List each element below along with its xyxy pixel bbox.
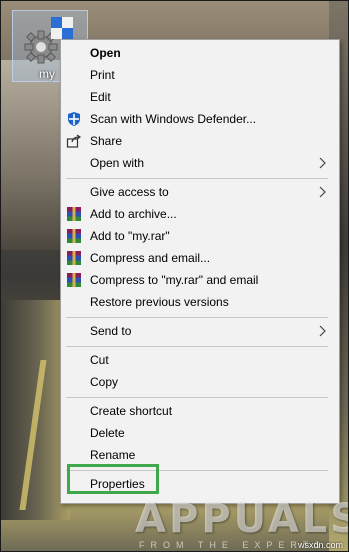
menu-item-share[interactable]: Share <box>61 130 339 152</box>
menu-item-label: Edit <box>90 90 111 104</box>
menu-item-rename[interactable]: Rename <box>61 444 339 466</box>
menu-separator <box>66 317 328 318</box>
winrar-icon <box>67 229 81 243</box>
menu-item-label: Compress to "my.rar" and email <box>90 273 259 287</box>
menu-item-copy[interactable]: Copy <box>61 371 339 393</box>
menu-item-label: Add to "my.rar" <box>90 229 170 243</box>
chevron-right-icon <box>319 186 326 198</box>
menu-item-compress-email[interactable]: Compress and email... <box>61 247 339 269</box>
menu-item-label: Print <box>90 68 115 82</box>
menu-item-label: Share <box>90 134 123 148</box>
menu-item-label: Send to <box>90 324 132 338</box>
menu-item-label: Delete <box>90 426 125 440</box>
shield-badge-icon <box>51 17 73 39</box>
menu-item-label: Open with <box>90 156 145 170</box>
winrar-icon <box>67 273 81 287</box>
chevron-right-icon <box>319 157 326 169</box>
menu-item-create-shortcut[interactable]: Create shortcut <box>61 400 339 422</box>
menu-item-label: Add to archive... <box>90 207 177 221</box>
winrar-icon <box>67 251 81 265</box>
menu-item-open-with[interactable]: Open with <box>61 152 339 174</box>
menu-item-label: Scan with Windows Defender... <box>90 112 257 126</box>
menu-item-label: Give access to <box>90 185 169 199</box>
menu-separator <box>66 178 328 179</box>
menu-item-label: Create shortcut <box>90 404 173 418</box>
share-icon <box>66 134 82 148</box>
menu-item-open[interactable]: Open <box>61 42 339 64</box>
menu-item-delete[interactable]: Delete <box>61 422 339 444</box>
chevron-right-icon <box>319 325 326 337</box>
desktop-file-name: my <box>39 67 55 81</box>
menu-item-print[interactable]: Print <box>61 64 339 86</box>
site-tag: wsxdn.com <box>298 540 344 550</box>
menu-item-give-access[interactable]: Give access to <box>61 181 339 203</box>
menu-item-cut[interactable]: Cut <box>61 349 339 371</box>
properties-highlight-box <box>67 464 159 494</box>
menu-separator <box>66 346 328 347</box>
winrar-icon <box>67 207 81 221</box>
menu-item-label: Copy <box>90 375 119 389</box>
menu-item-label: Cut <box>90 353 109 367</box>
menu-item-send-to[interactable]: Send to <box>61 320 339 342</box>
menu-item-label: Compress and email... <box>90 251 211 265</box>
menu-item-compress-my-rar-email[interactable]: Compress to "my.rar" and email <box>61 269 339 291</box>
context-menu: Open Print Edit Scan with Windows Defend… <box>60 39 340 504</box>
watermark-logo-text: APPUALS <box>135 496 349 542</box>
menu-item-add-to-my-rar[interactable]: Add to "my.rar" <box>61 225 339 247</box>
menu-item-label: Rename <box>90 448 136 462</box>
menu-item-label: Open <box>90 46 121 60</box>
menu-item-add-to-archive[interactable]: Add to archive... <box>61 203 339 225</box>
defender-shield-icon <box>68 112 80 126</box>
menu-item-edit[interactable]: Edit <box>61 86 339 108</box>
menu-item-label: Restore previous versions <box>90 295 229 309</box>
menu-item-restore-previous[interactable]: Restore previous versions <box>61 291 339 313</box>
menu-item-scan-defender[interactable]: Scan with Windows Defender... <box>61 108 339 130</box>
menu-separator <box>66 397 328 398</box>
